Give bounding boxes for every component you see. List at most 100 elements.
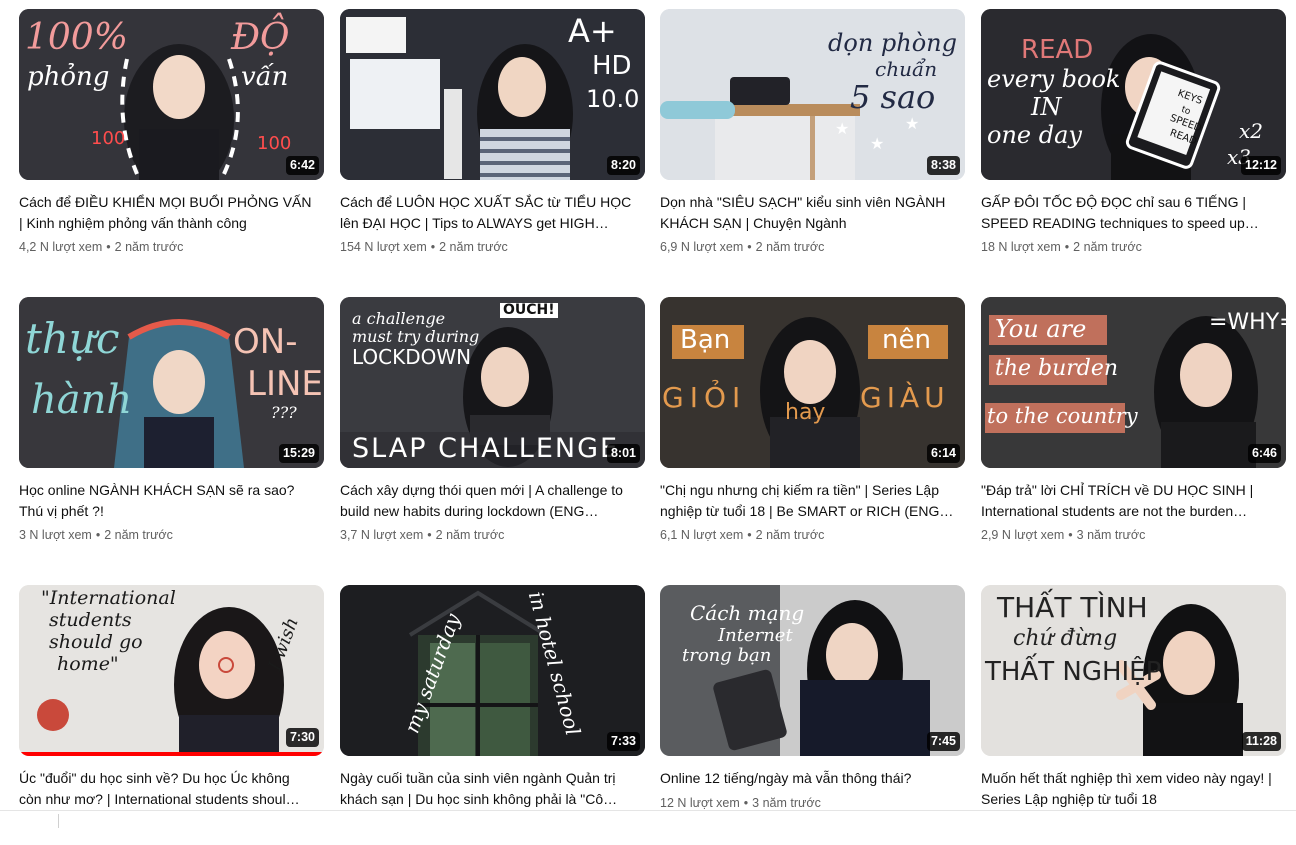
duration-badge: 8:01 <box>606 444 640 463</box>
meta-separator: • <box>743 796 749 810</box>
video-thumbnail[interactable]: "International students should go home" … <box>19 585 324 756</box>
video-card[interactable]: READ every book IN one day KEYS to SPEED… <box>981 9 1286 269</box>
upload-age: 2 năm trước <box>755 528 825 542</box>
video-thumbnail[interactable]: Cách mạng Internet trong bạn 7:45 <box>660 585 965 756</box>
video-title[interactable]: Dọn nhà "SIÊU SẠCH" kiểu sinh viên NGÀNH… <box>660 192 955 233</box>
thumbnail-overlay-text: must try during <box>352 327 480 346</box>
thumbnail-overlay-text: ON- <box>233 322 298 362</box>
thumbnail-overlay-text: home" <box>57 653 119 675</box>
video-title[interactable]: "Đáp trả" lời CHỈ TRÍCH về DU HỌC SINH |… <box>981 480 1276 521</box>
video-card[interactable]: thực hành ON- LINE ??? 15:29 Học online … <box>19 297 324 557</box>
video-card[interactable]: 100 100 100% phỏng ĐỘ vấn 6:42 Cách để Đ… <box>19 9 324 269</box>
thumbnail-art <box>340 585 645 756</box>
view-count: 12 N lượt xem <box>660 796 740 810</box>
video-thumbnail[interactable]: Bạn nên GIỎI hay GIÀU 6:14 <box>660 297 965 468</box>
meta-separator: • <box>1068 528 1073 542</box>
thumbnail-overlay-text: LINE <box>247 364 323 404</box>
video-card[interactable]: A+ HD 10.0 8:20 Cách để LUÔN HỌC XUẤT SẮ… <box>340 9 645 269</box>
video-title[interactable]: Online 12 tiếng/ngày mà vẫn thông thái? <box>660 768 955 789</box>
upload-age: 2 năm trước <box>439 240 508 254</box>
thumbnail-overlay-text: GIÀU <box>860 381 950 414</box>
thumbnail-overlay-text: READ <box>1021 35 1094 65</box>
upload-age: 3 năm trước <box>752 796 821 810</box>
page-divider <box>0 810 1296 811</box>
view-count: 3 N lượt xem <box>19 528 92 542</box>
video-thumbnail[interactable]: You are the burden to the country =WHY= … <box>981 297 1286 468</box>
video-title[interactable]: Học online NGÀNH KHÁCH SẠN sẽ ra sao? Th… <box>19 480 314 521</box>
video-meta: 2,9 N lượt xem • 3 năm trước <box>981 528 1145 542</box>
video-thumbnail[interactable]: THẤT TÌNH chứ đừng THẤT NGHIỆP 11:28 <box>981 585 1286 756</box>
upload-age: 2 năm trước <box>755 240 825 254</box>
thumbnail-overlay-text: THẤT TÌNH <box>997 591 1148 624</box>
video-thumbnail[interactable]: A+ HD 10.0 8:20 <box>340 9 645 180</box>
video-thumbnail[interactable]: a challenge must try during LOCKDOWN OUC… <box>340 297 645 468</box>
duration-badge: 6:46 <box>1247 444 1281 463</box>
video-thumbnail[interactable]: ★ ★ ★ dọn phòng chuẩn 5 sao 8:38 <box>660 9 965 180</box>
video-title[interactable]: Úc "đuổi" du học sinh về? Du học Úc khôn… <box>19 768 314 809</box>
video-thumbnail[interactable]: my saturday in hotel school 7:33 <box>340 585 645 756</box>
duration-badge: 7:45 <box>926 732 960 751</box>
thumbnail-overlay-text: hành <box>31 377 133 423</box>
meta-separator: • <box>1064 240 1070 254</box>
video-card[interactable]: "International students should go home" … <box>19 585 324 845</box>
svg-text:★: ★ <box>870 136 884 153</box>
video-card[interactable]: Bạn nên GIỎI hay GIÀU 6:14 "Chị ngu nhưn… <box>660 297 965 557</box>
thumbnail-overlay-text: one day <box>987 121 1082 149</box>
thumbnail-overlay-text: x2 <box>1239 119 1264 143</box>
upload-age: 2 năm trước <box>114 240 184 254</box>
thumbnail-overlay-text: LOCKDOWN <box>352 345 472 369</box>
thumbnail-overlay-text: should go <box>49 631 143 653</box>
upload-age: 2 năm trước <box>1073 240 1142 254</box>
video-card[interactable]: You are the burden to the country =WHY= … <box>981 297 1286 557</box>
video-title[interactable]: Cách để LUÔN HỌC XUẤT SẮC từ TIỂU HỌC lê… <box>340 192 635 233</box>
video-title[interactable]: "Chị ngu nhưng chị kiếm ra tiền" | Serie… <box>660 480 955 521</box>
thumbnail-overlay-text: students <box>49 609 132 631</box>
view-count: 4,2 N lượt xem <box>19 240 103 254</box>
video-meta: 12 N lượt xem • 3 năm trước <box>660 796 821 810</box>
video-meta: 3 N lượt xem • 2 năm trước <box>19 528 173 542</box>
thumbnail-overlay-text: OUCH! <box>500 303 558 318</box>
video-title[interactable]: Cách để ĐIỀU KHIỂN MỌI BUỔI PHỎNG VẤN | … <box>19 192 314 233</box>
video-meta: 6,9 N lượt xem • 2 năm trước <box>660 240 824 254</box>
view-count: 154 N lượt xem <box>340 240 427 254</box>
thumbnail-overlay-text: 10.0 <box>586 85 640 113</box>
thumbnail-overlay-text: nên <box>882 325 931 355</box>
video-meta: 4,2 N lượt xem • 2 năm trước <box>19 240 183 254</box>
thumbnail-overlay-text: HD <box>592 51 632 81</box>
video-grid: 100 100 100% phỏng ĐỘ vấn 6:42 Cách để Đ… <box>0 0 1296 828</box>
svg-text:100: 100 <box>91 128 125 149</box>
view-count: 2,9 N lượt xem <box>981 528 1065 542</box>
duration-badge: 8:38 <box>926 156 960 175</box>
thumbnail-overlay-text: A+ <box>568 12 617 50</box>
thumbnail-overlay-text: 5 sao <box>850 78 936 116</box>
video-title[interactable]: Muốn hết thất nghiệp thì xem video này n… <box>981 768 1276 809</box>
thumbnail-overlay-text: chứ đừng <box>1013 626 1118 651</box>
svg-text:★: ★ <box>835 121 849 138</box>
meta-separator: • <box>95 528 101 542</box>
thumbnail-overlay-text: to the country <box>987 404 1138 428</box>
video-card[interactable]: my saturday in hotel school 7:33 Ngày cu… <box>340 585 645 845</box>
duration-badge: 15:29 <box>279 444 319 463</box>
video-card[interactable]: THẤT TÌNH chứ đừng THẤT NGHIỆP 11:28 Muố… <box>981 585 1286 845</box>
watch-progress-bar <box>19 752 324 756</box>
video-title[interactable]: GẤP ĐÔI TỐC ĐỘ ĐỌC chỉ sau 6 TIẾNG | SPE… <box>981 192 1276 233</box>
thumbnail-overlay-text: ??? <box>271 403 297 422</box>
view-count: 18 N lượt xem <box>981 240 1061 254</box>
upload-age: 3 năm trước <box>1076 528 1146 542</box>
video-card[interactable]: ★ ★ ★ dọn phòng chuẩn 5 sao 8:38 Dọn nhà… <box>660 9 965 269</box>
video-meta: 6,1 N lượt xem • 2 năm trước <box>660 528 824 542</box>
video-meta: 154 N lượt xem • 2 năm trước <box>340 240 508 254</box>
video-card[interactable]: a challenge must try during LOCKDOWN OUC… <box>340 297 645 557</box>
video-thumbnail[interactable]: thực hành ON- LINE ??? 15:29 <box>19 297 324 468</box>
video-thumbnail[interactable]: 100 100 100% phỏng ĐỘ vấn 6:42 <box>19 9 324 180</box>
thumbnail-overlay-text: =WHY= <box>1209 310 1286 335</box>
video-title[interactable]: Ngày cuối tuần của sinh viên ngành Quản … <box>340 768 635 809</box>
meta-separator: • <box>106 240 111 254</box>
svg-text:★: ★ <box>905 116 919 133</box>
view-count: 6,1 N lượt xem <box>660 528 744 542</box>
thumbnail-overlay-text: every book <box>987 65 1121 93</box>
video-card[interactable]: Cách mạng Internet trong bạn 7:45 Online… <box>660 585 965 845</box>
thumbnail-overlay-text: the burden <box>995 356 1119 381</box>
video-thumbnail[interactable]: READ every book IN one day KEYS to SPEED… <box>981 9 1286 180</box>
video-title[interactable]: Cách xây dựng thói quen mới | A challeng… <box>340 480 635 521</box>
